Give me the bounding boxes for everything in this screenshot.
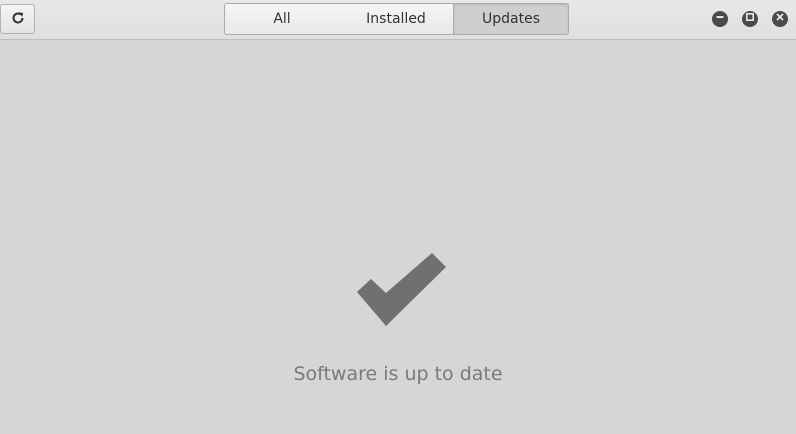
refresh-icon <box>11 10 25 29</box>
maximize-button[interactable] <box>742 11 758 27</box>
checkmark-icon <box>354 252 450 334</box>
tab-installed-label: Installed <box>366 11 426 27</box>
window-controls <box>712 11 788 27</box>
refresh-button[interactable] <box>0 4 35 34</box>
updates-panel: Software is up to date <box>0 40 796 434</box>
tab-all-label: All <box>273 11 291 27</box>
header-bar: All Installed Updates <box>0 0 796 40</box>
tab-installed[interactable]: Installed <box>339 4 453 34</box>
status-message: Software is up to date <box>293 363 503 385</box>
minimize-icon <box>712 9 728 29</box>
minimize-button[interactable] <box>712 11 728 27</box>
view-switcher: All Installed Updates <box>224 3 569 35</box>
software-window: All Installed Updates Software is up to … <box>0 0 796 434</box>
maximize-icon <box>742 9 758 29</box>
tab-updates[interactable]: Updates <box>453 4 568 34</box>
tab-updates-label: Updates <box>482 11 540 27</box>
tab-all[interactable]: All <box>225 4 339 34</box>
close-button[interactable] <box>772 11 788 27</box>
close-icon <box>772 9 788 29</box>
